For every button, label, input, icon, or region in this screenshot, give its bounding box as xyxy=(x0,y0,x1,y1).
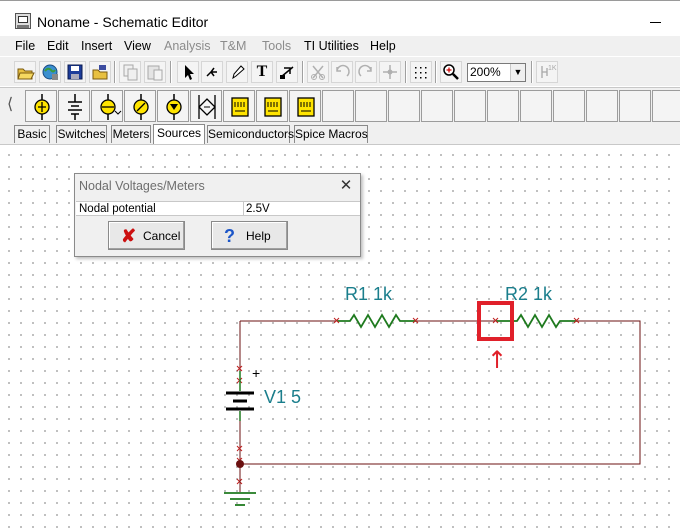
plus-sign: + xyxy=(252,365,260,381)
palette-tabs: Basic Switches Meters Sources Semiconduc… xyxy=(0,123,680,144)
ground-symbol[interactable] xyxy=(224,464,256,506)
cancel-button[interactable]: ✘ Cancel xyxy=(108,221,185,250)
minimize-button[interactable] xyxy=(630,2,680,36)
r1-label: R1 1k xyxy=(345,284,393,304)
empty-slot[interactable] xyxy=(652,90,680,122)
macro-3-icon[interactable] xyxy=(289,90,321,122)
menu-edit[interactable]: Edit xyxy=(47,39,69,53)
help-button[interactable]: ? Help xyxy=(211,221,288,250)
menu-help[interactable]: Help xyxy=(370,39,396,53)
empty-slot[interactable] xyxy=(586,90,618,122)
title-bar: Noname - Schematic Editor xyxy=(0,0,680,36)
chevron-left-icon[interactable]: ⟨ xyxy=(7,90,19,122)
red-x-icon: ✘ xyxy=(121,226,137,246)
nodal-potential-label: Nodal potential xyxy=(79,203,156,215)
zoom-value: 200% xyxy=(470,65,501,79)
component-palette: ⟨ xyxy=(0,87,680,123)
tab-sources[interactable]: Sources xyxy=(153,124,205,144)
pulse-source-icon[interactable] xyxy=(157,90,189,122)
menu-ti-utilities[interactable]: TI Utilities xyxy=(304,39,359,53)
dialog-title: Nodal Voltages/Meters xyxy=(79,179,205,193)
ammeter-icon[interactable] xyxy=(25,90,57,122)
toolbar-separator xyxy=(302,61,304,83)
r2-label: R2 1k xyxy=(505,284,553,304)
nodal-voltages-dialog: Nodal Voltages/Meters ✕ Nodal potential … xyxy=(74,173,361,257)
empty-slot[interactable] xyxy=(355,90,387,122)
close-icon[interactable]: ✕ xyxy=(338,178,354,194)
cancel-label: Cancel xyxy=(143,229,181,243)
highlight-arrow: ↑ xyxy=(487,346,507,374)
select-arrow-icon[interactable] xyxy=(177,61,199,83)
toolbar: T 200% ▼ 1K xyxy=(0,57,680,86)
resistor-r2[interactable] xyxy=(496,313,577,329)
redo-icon[interactable] xyxy=(355,61,377,83)
tab-meters[interactable]: Meters xyxy=(111,125,151,143)
voltage-source-icon[interactable] xyxy=(91,90,123,122)
empty-slot[interactable] xyxy=(454,90,486,122)
paste-icon[interactable] xyxy=(144,61,166,83)
copy-icon[interactable] xyxy=(119,61,141,83)
tab-spice-macros[interactable]: Spice Macros xyxy=(294,125,368,143)
grid-icon[interactable] xyxy=(410,61,432,83)
open-recent-icon[interactable] xyxy=(89,61,111,83)
open-web-icon[interactable] xyxy=(39,61,61,83)
help-label: Help xyxy=(246,229,271,243)
text-tool-glyph: T xyxy=(256,63,268,80)
macro-2-icon[interactable] xyxy=(256,90,288,122)
current-source-icon[interactable] xyxy=(124,90,156,122)
menu-insert[interactable]: Insert xyxy=(81,39,112,53)
question-mark-icon: ? xyxy=(224,226,235,246)
open-folder-icon[interactable] xyxy=(14,61,36,83)
wire-icon[interactable] xyxy=(201,61,223,83)
empty-slot[interactable] xyxy=(487,90,519,122)
empty-slot[interactable] xyxy=(520,90,552,122)
tab-switches[interactable]: Switches xyxy=(56,125,107,143)
empty-slot[interactable] xyxy=(421,90,453,122)
empty-slot[interactable] xyxy=(553,90,585,122)
v1-label: V1 5 xyxy=(264,387,301,407)
ground-battery-icon[interactable] xyxy=(58,90,90,122)
menu-analysis[interactable]: Analysis xyxy=(164,39,211,53)
empty-slot[interactable] xyxy=(619,90,651,122)
save-icon[interactable] xyxy=(64,61,86,83)
text-icon[interactable]: T xyxy=(251,61,273,83)
macro-1-icon[interactable] xyxy=(223,90,255,122)
tab-basic[interactable]: Basic xyxy=(14,125,50,143)
empty-slot[interactable] xyxy=(388,90,420,122)
cut-icon[interactable] xyxy=(307,61,329,83)
empty-slot[interactable] xyxy=(322,90,354,122)
toolbar-separator xyxy=(114,61,116,83)
toolbar-separator xyxy=(531,61,533,83)
nodal-potential-value: 2.5V xyxy=(246,203,270,215)
window-title: Noname - Schematic Editor xyxy=(37,14,209,30)
nodal-potential-row: Nodal potential 2.5V xyxy=(76,201,360,216)
chevron-down-icon[interactable]: ▼ xyxy=(510,64,525,81)
undo-icon[interactable] xyxy=(331,61,353,83)
meter-label: 1K xyxy=(548,65,557,72)
pencil-icon[interactable] xyxy=(226,61,248,83)
zoom-icon[interactable] xyxy=(440,61,462,83)
zoom-select[interactable]: 200% ▼ xyxy=(467,63,526,82)
tab-semiconductors[interactable]: Semiconductors xyxy=(207,125,294,143)
toolbar-separator xyxy=(170,61,172,83)
row-divider xyxy=(243,202,244,215)
battery-v1[interactable] xyxy=(226,371,254,421)
menu-bar: File Edit Insert View Analysis T&M Tools… xyxy=(0,36,680,56)
meter-icon[interactable]: 1K xyxy=(536,61,558,83)
toolbar-separator xyxy=(435,61,437,83)
toolbar-separator xyxy=(405,61,407,83)
resistor-r1[interactable] xyxy=(337,313,416,329)
menu-view[interactable]: View xyxy=(124,39,151,53)
unplug-icon[interactable] xyxy=(276,61,298,83)
menu-file[interactable]: File xyxy=(15,39,35,53)
menu-tm[interactable]: T&M xyxy=(220,39,246,53)
junction-icon[interactable] xyxy=(379,61,401,83)
app-icon xyxy=(15,13,31,29)
controlled-source-icon[interactable] xyxy=(190,90,222,122)
menu-tools[interactable]: Tools xyxy=(262,39,291,53)
